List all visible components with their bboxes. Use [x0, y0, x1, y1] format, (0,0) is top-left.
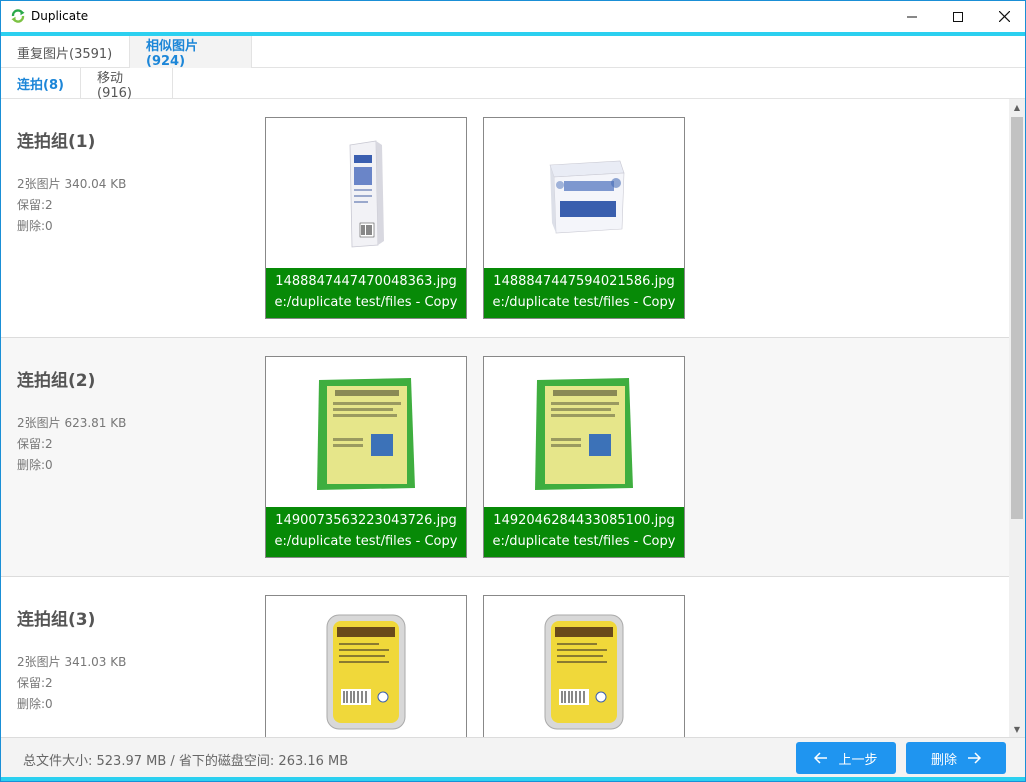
minimize-button[interactable] — [889, 1, 935, 32]
delete-button[interactable]: 删除 — [906, 742, 1006, 774]
tab-duplicate-images[interactable]: 重复图片(3591) — [1, 36, 130, 68]
image-thumbnail — [266, 596, 466, 737]
maximize-button[interactable] — [935, 1, 981, 32]
candy-tin-image — [544, 614, 624, 730]
image-thumbnail — [484, 357, 684, 507]
group-summary: 2张图片 340.04 KB — [17, 177, 127, 191]
close-icon — [998, 11, 1010, 22]
image-card[interactable]: 1488847447470048363.jpg e:/duplicate tes… — [265, 117, 467, 319]
group-delete-count: 删除:0 — [17, 458, 53, 472]
image-card[interactable]: 1490073563223043726.jpg e:/duplicate tes… — [265, 356, 467, 558]
tab-burst[interactable]: 连拍(8) — [1, 68, 81, 99]
duplicate-app-icon — [11, 9, 25, 23]
image-caption: 1488847447470048363.jpg e:/duplicate tes… — [266, 268, 466, 318]
bottom-accent-bar — [1, 777, 1025, 781]
maximize-icon — [953, 11, 963, 22]
previous-step-label: 上一步 — [838, 752, 878, 768]
image-path: e:/duplicate test/files - Copy — [274, 295, 458, 310]
previous-step-button[interactable]: 上一步 — [796, 742, 896, 774]
image-caption: 1492046284433085100.jpg e:/duplicate tes… — [484, 507, 684, 557]
window-title: Duplicate — [31, 9, 89, 23]
group-keep-count: 保留:2 — [17, 676, 53, 690]
image-filename: 1488847447470048363.jpg — [275, 274, 457, 289]
image-thumbnail — [484, 118, 684, 268]
image-caption: 1488847447594021586.jpg e:/duplicate tes… — [484, 268, 684, 318]
medicine-box-tall-image — [349, 140, 384, 248]
herbal-pack-image — [291, 358, 441, 506]
group-title: 连拍组(1) — [17, 132, 96, 152]
image-card[interactable] — [265, 595, 467, 737]
burst-group: 连拍组(3) 2张图片 341.03 KB 保留:2 删除:0 — [1, 577, 1009, 737]
scroll-up-icon[interactable]: ▲ — [1009, 99, 1025, 115]
vertical-scrollbar[interactable]: ▲ ▼ — [1009, 99, 1025, 737]
tab-similar-images[interactable]: 相似图片(924) — [130, 36, 252, 69]
image-card[interactable] — [483, 595, 685, 737]
group-summary: 2张图片 341.03 KB — [17, 655, 127, 669]
tab-moved[interactable]: 移动(916) — [81, 68, 173, 101]
group-summary: 2张图片 623.81 KB — [17, 416, 127, 430]
group-delete-count: 删除:0 — [17, 697, 53, 711]
image-thumbnail — [266, 357, 466, 507]
image-filename: 1490073563223043726.jpg — [275, 513, 457, 528]
image-card[interactable]: 1492046284433085100.jpg e:/duplicate tes… — [483, 356, 685, 558]
group-title: 连拍组(2) — [17, 371, 96, 391]
group-keep-count: 保留:2 — [17, 198, 53, 212]
scrollbar-thumb[interactable] — [1011, 117, 1023, 519]
burst-group: 连拍组(1) 2张图片 340.04 KB 保留:2 删除:0 14888474… — [1, 99, 1009, 338]
burst-group: 连拍组(2) 2张图片 623.81 KB 保留:2 删除:0 14900735… — [1, 338, 1009, 577]
image-path: e:/duplicate test/files - Copy — [492, 295, 676, 310]
medicine-box-wide-image — [549, 160, 625, 234]
image-thumbnail — [484, 596, 684, 737]
herbal-pack-image — [509, 358, 659, 506]
candy-tin-image — [326, 614, 406, 730]
image-path: e:/duplicate test/files - Copy — [274, 534, 458, 549]
scroll-down-icon[interactable]: ▼ — [1009, 721, 1025, 737]
minimize-icon — [907, 16, 917, 17]
sub-tabs: 连拍(8) 移动(916) — [1, 68, 1025, 101]
arrow-left-icon — [814, 752, 828, 764]
storage-summary: 总文件大小: 523.97 MB / 省下的磁盘空间: 263.16 MB — [23, 754, 349, 769]
image-filename: 1488847447594021586.jpg — [493, 274, 675, 289]
image-filename: 1492046284433085100.jpg — [493, 513, 675, 528]
delete-label: 删除 — [930, 752, 957, 768]
group-keep-count: 保留:2 — [17, 437, 53, 451]
main-tabs: 重复图片(3591) 相似图片(924) — [1, 36, 1025, 69]
groups-list: 连拍组(1) 2张图片 340.04 KB 保留:2 删除:0 14888474… — [1, 99, 1009, 737]
footer-bar: 总文件大小: 523.97 MB / 省下的磁盘空间: 263.16 MB 上一… — [1, 737, 1025, 777]
group-delete-count: 删除:0 — [17, 219, 53, 233]
image-thumbnail — [266, 118, 466, 268]
group-title: 连拍组(3) — [17, 610, 96, 630]
title-bar: Duplicate — [1, 1, 1025, 32]
image-caption: 1490073563223043726.jpg e:/duplicate tes… — [266, 507, 466, 557]
arrow-right-icon — [968, 752, 981, 764]
image-path: e:/duplicate test/files - Copy — [492, 534, 676, 549]
close-button[interactable] — [981, 1, 1026, 32]
app-window: Duplicate 重复图片(3591) 相似图片(924) 连拍(8) 移动(… — [0, 0, 1026, 782]
image-card[interactable]: 1488847447594021586.jpg e:/duplicate tes… — [483, 117, 685, 319]
